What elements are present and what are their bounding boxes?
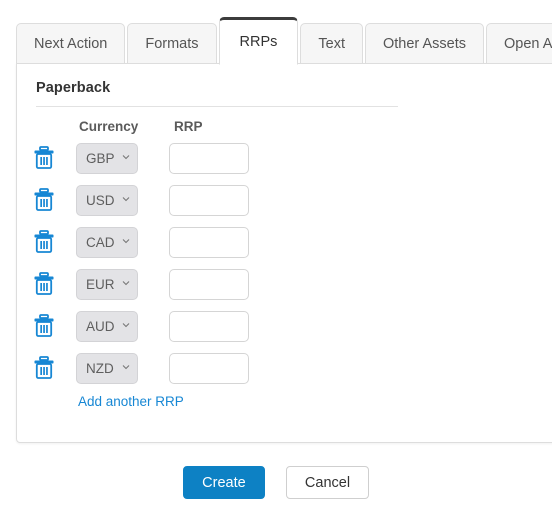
table-row: GBP: [17, 137, 552, 179]
add-another-rrp-link[interactable]: Add another RRP: [78, 394, 184, 409]
column-header-currency: Currency: [79, 119, 139, 134]
currency-select[interactable]: USD: [76, 184, 138, 216]
rrps-dialog: Next Action Formats RRPs Text Other Asse…: [0, 0, 552, 526]
cancel-button[interactable]: Cancel: [285, 466, 370, 499]
trash-icon[interactable]: [31, 187, 57, 213]
section-title: Paperback: [36, 80, 111, 96]
currency-value: AUD: [86, 318, 115, 334]
tab-label: Next Action: [34, 35, 108, 52]
currency-value: EUR: [86, 276, 115, 292]
currency-select[interactable]: NZD: [76, 352, 138, 384]
tab-label: Open Access: [504, 35, 552, 52]
currency-value: GBP: [86, 150, 115, 166]
tab-label: Other Assets: [382, 35, 466, 52]
table-row: NZD: [17, 347, 552, 389]
currency-select[interactable]: EUR: [76, 268, 138, 300]
trash-icon[interactable]: [31, 229, 57, 255]
table-row: EUR: [17, 263, 552, 305]
rrp-input[interactable]: [169, 268, 249, 300]
currency-select[interactable]: CAD: [76, 226, 138, 258]
table-row: CAD: [17, 221, 552, 263]
rrp-input[interactable]: [169, 226, 249, 258]
trash-icon[interactable]: [31, 145, 57, 171]
rrp-input[interactable]: [169, 184, 249, 216]
currency-select[interactable]: GBP: [76, 142, 138, 174]
chevron-down-icon: [122, 239, 130, 246]
column-header-rrp: RRP: [174, 119, 203, 134]
chevron-down-icon: [122, 323, 130, 330]
tab-next-action[interactable]: Next Action: [16, 23, 126, 64]
chevron-down-icon: [122, 197, 130, 204]
tab-strip: Next Action Formats RRPs Text Other Asse…: [16, 16, 552, 65]
tab-text[interactable]: Text: [300, 23, 363, 64]
trash-icon[interactable]: [31, 313, 57, 339]
rrp-rows: GBP USD CAD EUR AUD NZD: [17, 137, 552, 389]
tab-other-assets[interactable]: Other Assets: [364, 23, 484, 64]
create-button[interactable]: Create: [182, 466, 265, 499]
trash-icon[interactable]: [31, 355, 57, 381]
chevron-down-icon: [122, 365, 130, 372]
rrps-tab-panel: Paperback Currency RRP GBP USD CAD EUR A…: [16, 63, 552, 443]
chevron-down-icon: [122, 281, 130, 288]
currency-select[interactable]: AUD: [76, 310, 138, 342]
section-divider: [36, 106, 398, 107]
tab-formats[interactable]: Formats: [127, 23, 217, 64]
tab-label: Text: [318, 35, 345, 52]
tab-open-access[interactable]: Open Access: [486, 23, 552, 64]
trash-icon[interactable]: [31, 271, 57, 297]
table-row: USD: [17, 179, 552, 221]
rrp-input[interactable]: [169, 310, 249, 342]
tab-label: RRPs: [239, 34, 278, 50]
dialog-footer: Create Cancel: [0, 466, 552, 499]
table-row: AUD: [17, 305, 552, 347]
rrp-input[interactable]: [169, 352, 249, 384]
rrp-input[interactable]: [169, 142, 249, 174]
tab-rrps[interactable]: RRPs: [218, 17, 299, 65]
tab-label: Formats: [145, 35, 199, 52]
chevron-down-icon: [122, 155, 130, 162]
currency-value: NZD: [86, 360, 114, 376]
currency-value: CAD: [86, 234, 115, 250]
currency-value: USD: [86, 192, 115, 208]
